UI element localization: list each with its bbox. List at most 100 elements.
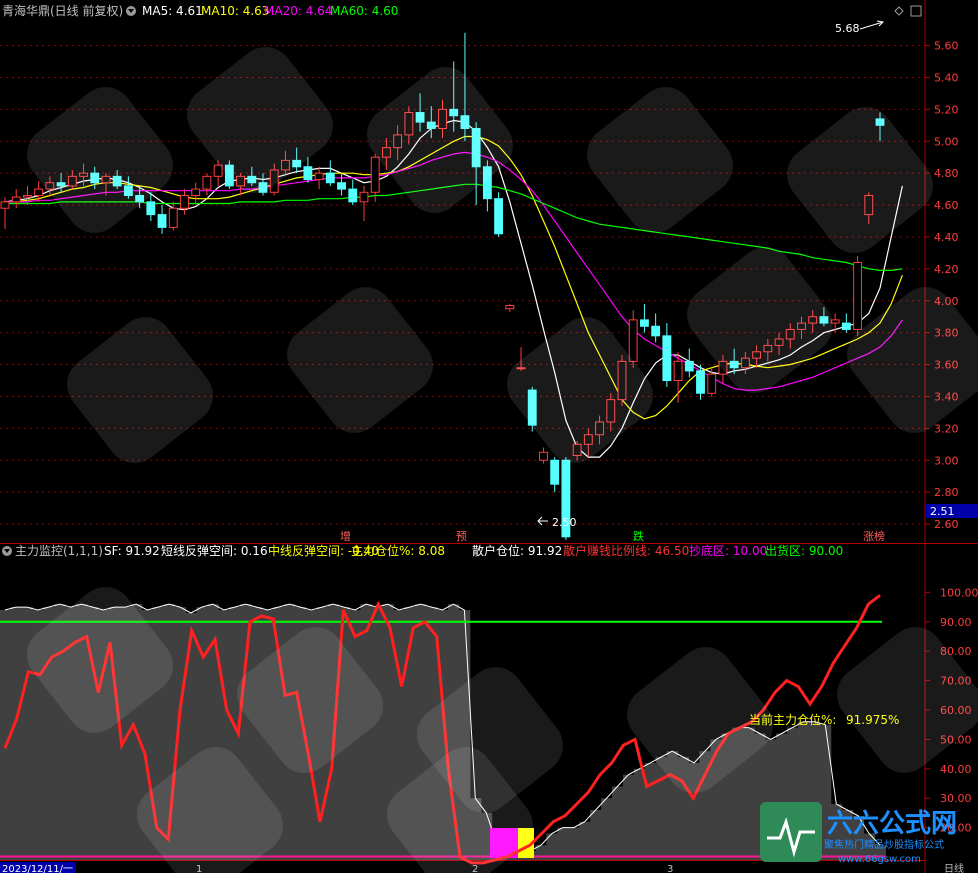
candle-body	[673, 360, 683, 381]
candle-body	[651, 325, 661, 337]
candle-body	[168, 207, 178, 228]
ma10-label: MA10: 4.63	[201, 4, 269, 18]
candle-body	[34, 188, 44, 196]
legend-bottom-zone: 抄底区: 10.00	[689, 543, 767, 558]
price-tick-label: 3.20	[934, 422, 959, 435]
candle-body	[550, 459, 560, 485]
candle-body	[539, 451, 548, 461]
candle	[314, 166, 324, 190]
candle-body	[684, 360, 694, 372]
candle-body	[662, 335, 672, 381]
candle-body	[359, 191, 369, 203]
candle-body	[337, 182, 346, 190]
candle	[684, 348, 694, 378]
retail-bar	[568, 827, 580, 860]
legend-sf: SF: 91.92	[104, 544, 160, 558]
price-tick-label: 4.40	[934, 231, 959, 244]
candle-body	[707, 373, 717, 394]
price-tick-label: 5.20	[934, 103, 959, 116]
brand-name: 六六公式网	[827, 809, 957, 839]
price-tick-label: 5.60	[934, 40, 959, 53]
candle	[157, 205, 167, 234]
candle	[202, 173, 212, 196]
indicator-name: 主力监控(1,1,1)	[15, 544, 103, 558]
candle-body	[23, 194, 32, 198]
candle	[853, 256, 862, 336]
candle	[662, 323, 672, 387]
candle-body	[370, 156, 380, 193]
price-tick-label: 4.80	[934, 167, 959, 180]
candle	[550, 457, 560, 493]
candle	[325, 160, 335, 186]
candle-body	[639, 319, 649, 327]
price-tick-label: 5.00	[934, 135, 959, 148]
legend-main-position: 主力仓位%: 8.08	[351, 543, 445, 558]
retail-bar	[590, 809, 602, 860]
start-date-label: 2023/12/11/一	[2, 864, 73, 873]
candle-body	[348, 188, 358, 203]
high-arrow-icon	[859, 20, 885, 30]
candle-body	[157, 214, 167, 228]
candle	[348, 179, 358, 206]
candle-body	[180, 194, 189, 209]
marker-die: 跌	[633, 529, 644, 543]
price-tick-label: 5.40	[934, 71, 959, 84]
candle-body	[841, 322, 851, 330]
brand-url: www.66gsw.com	[838, 854, 921, 865]
legend-short-rebound: 短线反弹空间: 0.16	[161, 544, 268, 558]
ma60-label: MA60: 4.60	[330, 4, 398, 18]
candle-body	[325, 172, 335, 184]
candle-body	[505, 305, 515, 310]
candle	[651, 313, 661, 343]
candle-body	[202, 175, 212, 190]
candle	[639, 303, 649, 333]
price-tick-label: 3.00	[934, 454, 959, 467]
candle	[370, 154, 380, 202]
retail-bar	[371, 607, 383, 860]
candle	[505, 303, 515, 312]
low-annotation: 2.50	[552, 516, 577, 529]
diamond-icon[interactable]	[894, 6, 904, 16]
price-tick-label: 4.20	[934, 263, 959, 276]
indicator-tick-label: 30.00	[940, 792, 972, 805]
candle-body	[0, 201, 10, 209]
stock-title: 青海华鼎(日线 前复权)	[2, 3, 123, 18]
price-tick-label: 2.60	[934, 518, 959, 531]
price-tick-label: 2.80	[934, 486, 959, 499]
candle-body	[314, 172, 324, 181]
stock-chart-window: 青海华鼎(日线 前复权) MA5: 4.61 MA10: 4.63 MA20: …	[0, 0, 978, 873]
candle-body	[628, 319, 638, 362]
candle	[337, 173, 346, 196]
retail-bar	[579, 821, 591, 860]
candle-body	[853, 261, 862, 330]
current-price-label: 2.51	[930, 505, 955, 518]
ma20-label: MA20: 4.64	[264, 4, 332, 18]
candle	[191, 182, 201, 206]
window-toggle-icon[interactable]	[910, 5, 922, 17]
brand-logo: 六六公式网 聚焦热门精品炒股指标公式 www.66gsw.com	[760, 802, 957, 865]
candle	[841, 313, 851, 333]
candle	[539, 447, 548, 464]
month-tick-3: 3	[667, 864, 673, 873]
indicator-tick-label: 40.00	[940, 763, 972, 776]
candle-body	[146, 201, 156, 216]
retail-bar	[633, 768, 646, 860]
indicator-tick-label: 90.00	[940, 616, 972, 629]
retail-bar	[601, 798, 613, 860]
marker-yu: 预	[456, 530, 467, 543]
candle-body	[303, 166, 313, 181]
candle	[303, 157, 313, 183]
legend-sell-zone: 出货区: 90.00	[765, 543, 843, 558]
top-legend: 青海华鼎(日线 前复权) MA5: 4.61 MA10: 4.63 MA20: …	[2, 3, 922, 18]
period-label: 日线	[944, 862, 964, 873]
retail-bar	[644, 762, 657, 860]
high-annotation: 5.68	[835, 22, 860, 35]
candle-body	[696, 370, 705, 394]
candle-body	[494, 198, 504, 235]
marker-zeng: 增	[340, 529, 351, 543]
legend-retail-position: 散户仓位: 91.92	[472, 543, 562, 558]
candle	[707, 367, 717, 397]
candle-body	[191, 188, 201, 196]
retail-bar	[612, 786, 624, 860]
brand-slogan: 聚焦热门精品炒股指标公式	[824, 838, 944, 851]
